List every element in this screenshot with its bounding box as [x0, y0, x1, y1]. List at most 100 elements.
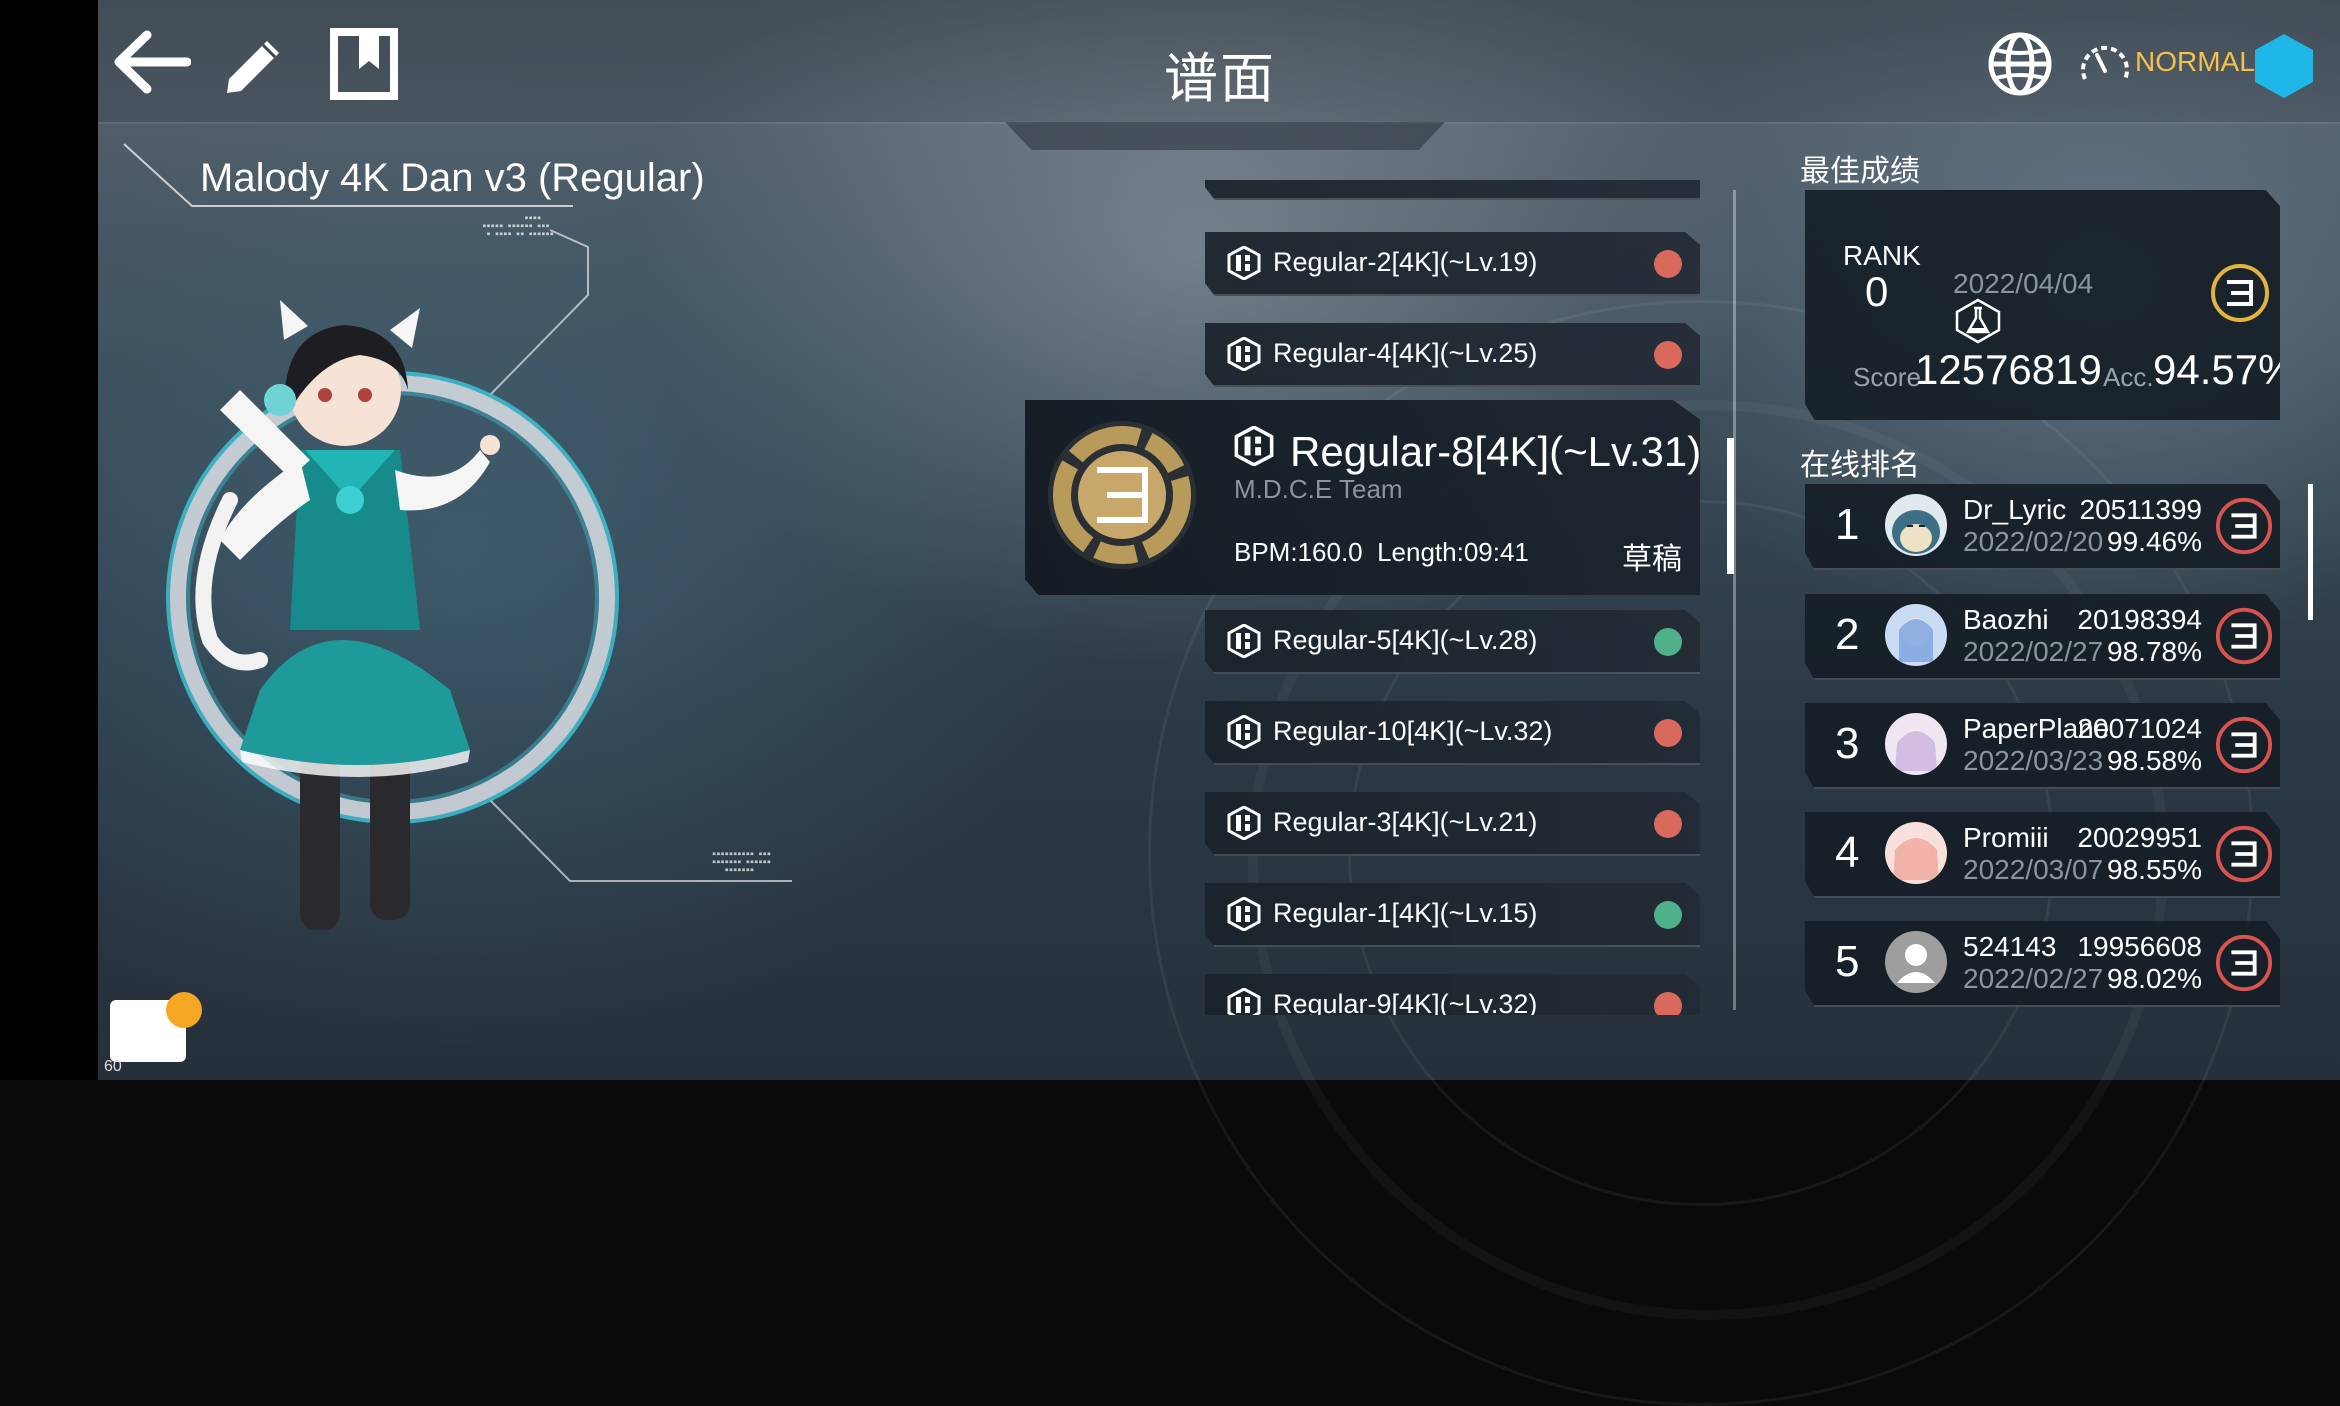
anime-pink-avatar: [1885, 822, 1947, 884]
top-bar-notch: [1005, 122, 1445, 150]
arrow-left-icon: [114, 30, 191, 94]
ranking-position: 5: [1835, 937, 1860, 986]
ranking-row[interactable]: 5 524143 2022/02/27 19956608 98.02%: [1805, 921, 2280, 1007]
chart-status-dot: [1654, 628, 1682, 656]
screen: 谱面 NORMAL Malody 4K Dan v3 (Regular) ▪ ▪…: [0, 0, 2340, 1406]
ranking-player-name: Baozhi: [1963, 604, 2049, 635]
ranking-row[interactable]: 3 PaperPlane 2022/03/23 20071024 98.58%: [1805, 703, 2280, 789]
acc-label: Acc.: [2103, 362, 2154, 392]
left-black-bar: [0, 0, 98, 1080]
snorlax-avatar: [1885, 494, 1947, 556]
ranking-row[interactable]: 4 Promiii 2022/03/07 20029951 98.55%: [1805, 812, 2280, 898]
ranking-player-name: Dr_Lyric: [1963, 494, 2067, 525]
ranking-position: 2: [1835, 610, 1860, 659]
selected-chart-bpm-length: BPM:160.0 Length:09:41: [1234, 537, 1529, 567]
default-user-avatar: [1885, 931, 1947, 993]
ranking-row[interactable]: 2 Baozhi 2022/02/27 20198394 98.78%: [1805, 594, 2280, 680]
anime-blue-avatar: [1885, 604, 1947, 666]
ranking-acc: 98.78%: [2107, 636, 2202, 667]
mode-disc-icon: [1048, 421, 1196, 569]
speedometer-icon: [2081, 45, 2129, 80]
speed-label[interactable]: NORMAL: [2135, 46, 2255, 78]
panel-divider: [1733, 190, 1736, 1010]
chart-list-item[interactable]: Regular-10[4K](~Lv.32): [1205, 701, 1700, 765]
chart-status-dot: [1654, 719, 1682, 747]
song-title: Malody 4K Dan v3 (Regular): [200, 156, 705, 200]
ranking-position: 4: [1835, 828, 1860, 877]
mode-hexagon-button[interactable]: [2252, 32, 2316, 100]
chart-icon: [1227, 624, 1261, 658]
chart-list-item[interactable]: Regular-1[4K](~Lv.15): [1205, 883, 1700, 947]
ranking-acc: 98.02%: [2107, 963, 2202, 994]
ranking-score: 20198394: [2077, 604, 2202, 635]
chart-list-item[interactable]: Regular-4[4K](~Lv.25): [1205, 323, 1700, 387]
ranking-score: 20029951: [2077, 822, 2202, 853]
bookmark-button[interactable]: [326, 24, 402, 104]
ranking-player-name: 524143: [1963, 931, 2057, 962]
page-title: 谱面: [1164, 49, 1276, 109]
chart-list-item-partial-top[interactable]: [1205, 180, 1700, 200]
chart-status-dot: [1654, 250, 1682, 278]
best-score-card: RANK 0 2022/04/04 Score 12576819 Acc. 94…: [1805, 190, 2280, 420]
ranking-row[interactable]: 1 Dr_Lyric 2022/02/20 20511399 99.46%: [1805, 484, 2280, 570]
chart-label: Regular-1[4K](~Lv.15): [1273, 898, 1538, 928]
chart-status-dot: [1654, 810, 1682, 838]
chart-icon: [1227, 988, 1261, 1015]
best-score-label: 最佳成绩: [1800, 155, 1920, 188]
pencil-icon: [227, 41, 279, 93]
ranking-position: 1: [1835, 500, 1860, 549]
notification-dot: [166, 992, 202, 1028]
ranking-date: 2022/02/27: [1963, 636, 2104, 667]
ranking-date: 2022/03/07: [1963, 854, 2104, 885]
speed-button[interactable]: [2078, 40, 2132, 86]
chart-icon: [1227, 246, 1261, 280]
back-button[interactable]: [108, 24, 194, 100]
hexagon-icon: [2255, 34, 2313, 98]
ranking-scrollbar[interactable]: [2308, 484, 2313, 620]
best-acc-value: 94.57%: [2153, 346, 2296, 393]
chart-status-dot: [1654, 341, 1682, 369]
mode-icon: [2215, 607, 2273, 665]
selected-chart-author: M.D.C.E Team: [1234, 474, 1403, 504]
ranking-acc: 98.55%: [2107, 854, 2202, 885]
ranking-date: 2022/03/23: [1963, 745, 2104, 776]
ranking-acc: 99.46%: [2107, 526, 2202, 557]
selected-chart-status: 草稿: [1622, 543, 1682, 576]
mode-icon: [2211, 264, 2269, 322]
chart-list-item[interactable]: Regular-2[4K](~Lv.19): [1205, 232, 1700, 296]
language-button[interactable]: [1984, 28, 2056, 100]
mode-icon: [2215, 497, 2273, 555]
edit-button[interactable]: [216, 28, 292, 104]
best-score-value: 12576819: [1915, 346, 2102, 393]
chart-icon: [1227, 806, 1261, 840]
ranking-player-name: Promiii: [1963, 822, 2049, 853]
chart-icon: [1227, 715, 1261, 749]
flask-icon: [1955, 298, 2001, 344]
chart-icon: [1227, 337, 1261, 371]
chart-status-dot: [1654, 901, 1682, 929]
fps-counter: 60: [104, 1058, 122, 1075]
ranking-score: 20511399: [2079, 494, 2203, 525]
chart-list[interactable]: Regular-2[4K](~Lv.19) Regular-4[4K](~Lv.…: [1000, 180, 1720, 1015]
ranking-acc: 98.58%: [2107, 745, 2202, 776]
ranking-date: 2022/02/20: [1963, 526, 2104, 557]
chart-label: Regular-10[4K](~Lv.32): [1273, 716, 1553, 746]
bookmark-icon: [330, 28, 398, 100]
chart-label: Regular-2[4K](~Lv.19): [1273, 247, 1538, 277]
character-illustration: [195, 300, 500, 930]
score-label: Score: [1853, 362, 1921, 392]
globe-icon: [1988, 32, 2052, 96]
decorative-tiny-text-2: ▪▪▪▪▪▪▪ ▪▪▪▪▪▪▪ ▪▪▪▪▪▪ ▪▪▪▪▪▪▪▪▪▪ ▪▪▪: [712, 850, 772, 874]
online-ranking-label: 在线排名: [1800, 449, 1920, 482]
chart-list-item[interactable]: Regular-9[4K](~Lv.32): [1205, 974, 1700, 1015]
selected-chart-title: Regular-8[4K](~Lv.31): [1290, 428, 1702, 475]
ranking-position: 3: [1835, 719, 1860, 768]
mode-icon: [2215, 934, 2273, 992]
rank-value: 0: [1865, 268, 1889, 315]
chart-list-item[interactable]: Regular-3[4K](~Lv.21): [1205, 792, 1700, 856]
chart-label: Regular-9[4K](~Lv.32): [1273, 989, 1538, 1015]
ranking-score: 19956608: [2077, 931, 2202, 962]
chart-icon: [1227, 897, 1261, 931]
chart-list-item[interactable]: Regular-5[4K](~Lv.28): [1205, 610, 1700, 674]
anime-purple-avatar: [1885, 713, 1947, 775]
